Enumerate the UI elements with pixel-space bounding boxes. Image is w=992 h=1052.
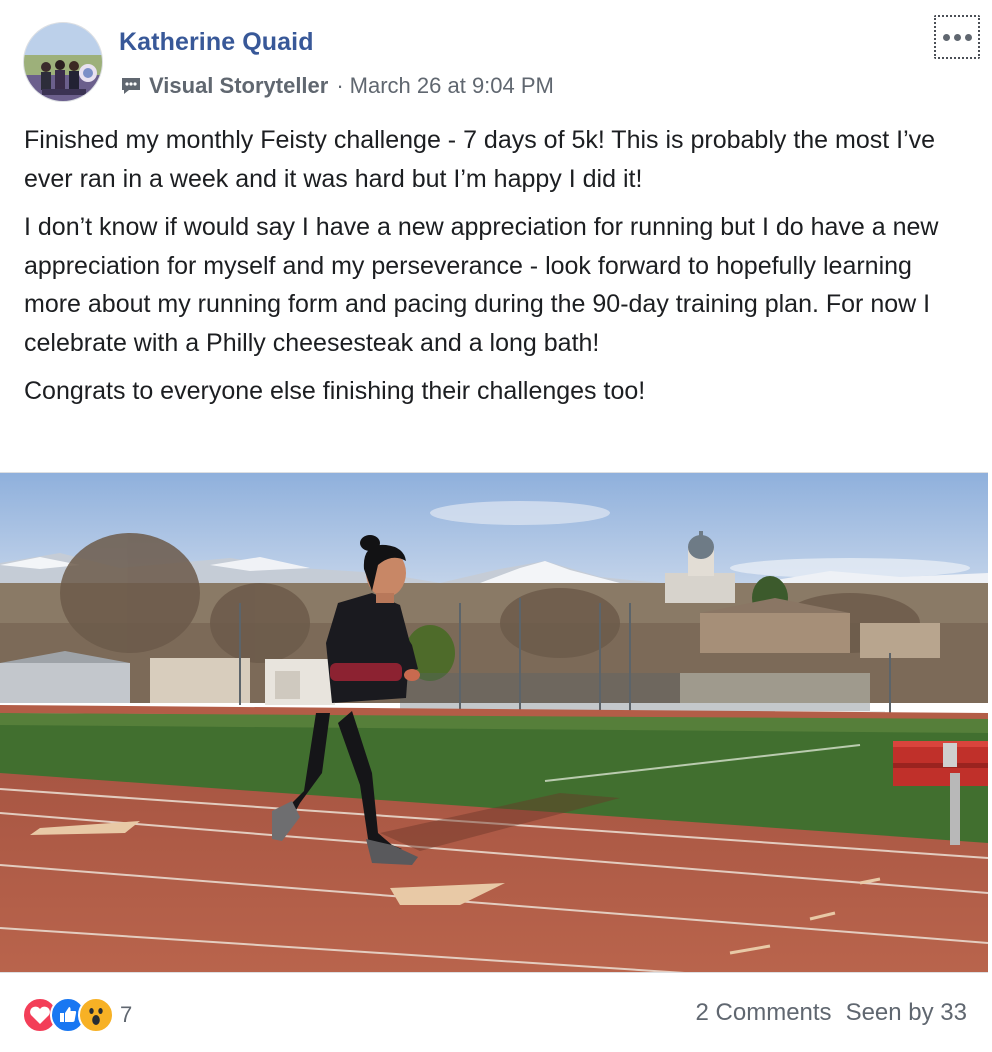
more-dot — [964, 33, 972, 41]
comments-link[interactable]: 2 Comments — [696, 999, 832, 1027]
speech-bubble-icon — [119, 74, 143, 98]
wow-reaction-icon — [78, 997, 114, 1033]
post-meta: Visual Storyteller · March 26 at 9:04 PM — [119, 72, 554, 100]
reaction-summary[interactable]: 7 — [22, 996, 132, 1034]
more-dot — [942, 33, 950, 41]
post-paragraph: Finished my monthly Feisty challenge - 7… — [24, 126, 936, 193]
post-paragraph: Congrats to everyone else finishing thei… — [24, 377, 646, 405]
post-stats: 2 Comments Seen by 33 — [696, 999, 967, 1027]
seen-by-link[interactable]: Seen by 33 — [846, 999, 967, 1027]
author-name[interactable]: Katherine Quaid — [119, 28, 314, 57]
avatar-image — [24, 23, 102, 101]
post-body: Finished my monthly Feisty challenge - 7… — [24, 121, 974, 421]
more-options-button[interactable] — [934, 15, 980, 59]
feed-post: Katherine Quaid Visual Storyteller · Mar… — [0, 0, 992, 1052]
post-photo[interactable] — [0, 472, 988, 973]
running-track-photo — [0, 473, 988, 972]
more-dot — [953, 33, 961, 41]
author-avatar[interactable] — [23, 22, 103, 102]
meta-separator: · — [336, 73, 344, 98]
post-paragraph: I don’t know if would say I have a new a… — [24, 213, 939, 357]
post-timestamp[interactable]: March 26 at 9:04 PM — [350, 73, 554, 99]
group-badge[interactable]: Visual Storyteller — [149, 73, 328, 99]
reaction-count: 7 — [120, 1002, 133, 1027]
